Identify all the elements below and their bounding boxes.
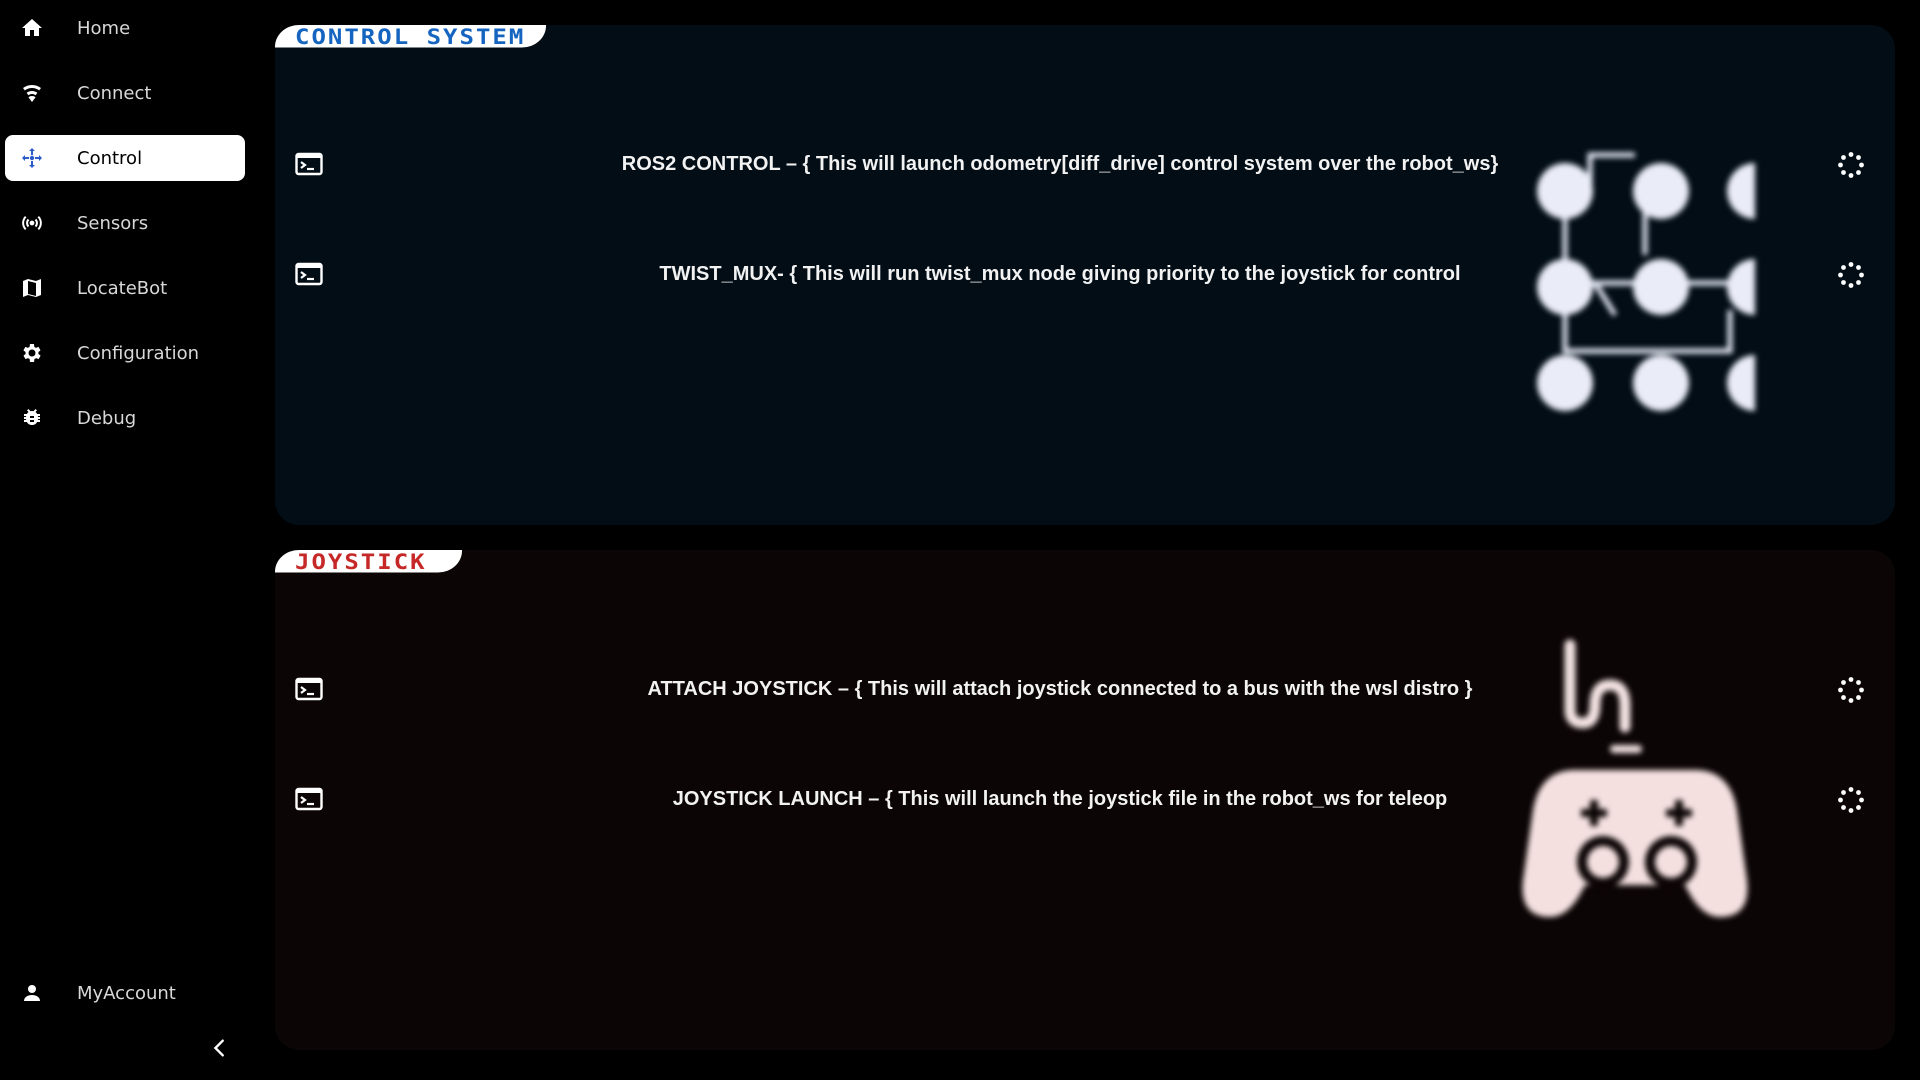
- sidebar-item-sensors[interactable]: Sensors: [5, 200, 245, 246]
- sidebar-item-myaccount[interactable]: MyAccount: [5, 970, 245, 1016]
- gamepad-icon: [1522, 639, 1748, 917]
- loading-spinner-icon[interactable]: [1837, 261, 1865, 289]
- sidebar-item-label: Sensors: [77, 213, 149, 234]
- wifi-icon: [19, 81, 45, 105]
- loading-spinner-icon[interactable]: [1837, 676, 1865, 704]
- terminal-icon[interactable]: [295, 262, 323, 286]
- map-icon: [19, 276, 45, 300]
- bug-icon: [19, 406, 45, 430]
- home-icon: [19, 16, 45, 40]
- sidebar: Home Connect Control Sensors LocateBot C…: [0, 0, 256, 1080]
- sidebar-item-label: MyAccount: [77, 983, 176, 1004]
- sidebar-item-debug[interactable]: Debug: [5, 395, 245, 441]
- sidebar-item-label: Debug: [77, 408, 137, 429]
- chevron-left-icon: [209, 1037, 231, 1064]
- terminal-icon[interactable]: [295, 677, 323, 701]
- move-arrows-icon: [19, 146, 45, 170]
- sidebar-item-control[interactable]: Control: [5, 135, 245, 181]
- person-icon: [19, 981, 45, 1005]
- collapse-sidebar-button[interactable]: [206, 1036, 234, 1064]
- gear-icon: [19, 341, 45, 365]
- loading-spinner-icon[interactable]: [1837, 151, 1865, 179]
- sidebar-item-configuration[interactable]: Configuration: [5, 330, 245, 376]
- joystick-panel: JOYSTICK ATTACH JOYSTICK – { This will a…: [275, 550, 1895, 1050]
- sidebar-item-label: LocateBot: [77, 278, 168, 299]
- terminal-icon[interactable]: [295, 787, 323, 811]
- sidebar-item-label: Control: [77, 148, 143, 169]
- sidebar-item-connect[interactable]: Connect: [5, 70, 245, 116]
- loading-spinner-icon[interactable]: [1837, 786, 1865, 814]
- panel-title: JOYSTICK: [275, 550, 462, 573]
- terminal-icon[interactable]: [295, 152, 323, 176]
- sidebar-item-label: Configuration: [77, 343, 200, 364]
- sidebar-item-home[interactable]: Home: [5, 5, 245, 51]
- sidebar-item-locatebot[interactable]: LocateBot: [5, 265, 245, 311]
- panel-title: CONTROL SYSTEM: [275, 25, 546, 48]
- control-system-panel: CONTROL SYSTEM ROS2 CONTROL – { This wil…: [275, 25, 1895, 525]
- network-grid-icon: [1537, 152, 1755, 411]
- radio-broadcast-icon: [19, 211, 45, 235]
- sidebar-item-label: Home: [77, 18, 131, 39]
- sidebar-item-label: Connect: [77, 83, 152, 104]
